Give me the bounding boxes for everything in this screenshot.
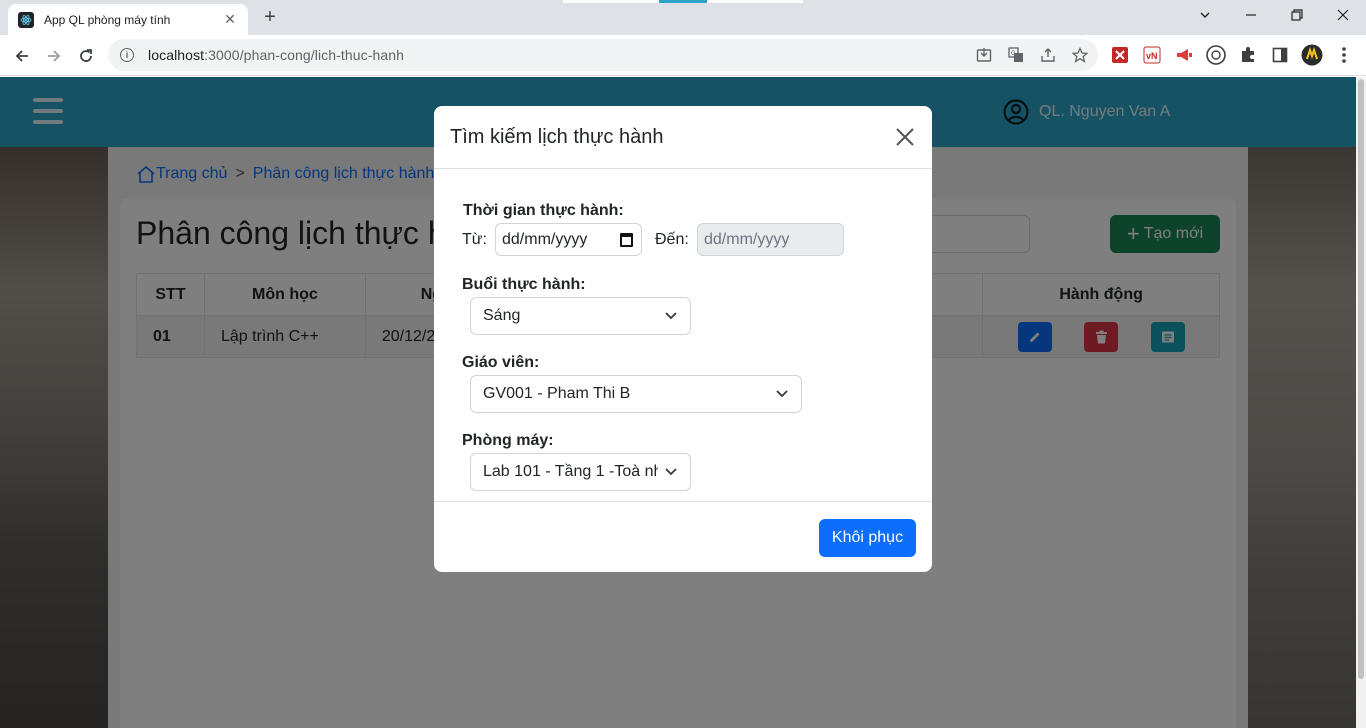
page-scrollbar[interactable] <box>1356 77 1366 728</box>
url-text: localhost:3000/phan-cong/lich-thuc-hanh <box>148 47 405 63</box>
session-value: Sáng <box>483 307 521 324</box>
extension-circle-icon[interactable] <box>1204 43 1228 67</box>
install-app-icon[interactable] <box>972 43 996 67</box>
room-label: Phòng máy: <box>462 432 554 449</box>
calendar-icon[interactable] <box>620 233 633 247</box>
forward-arrow-icon[interactable] <box>40 42 68 70</box>
side-panel-icon[interactable] <box>1268 43 1292 67</box>
tab-close-icon[interactable]: ✕ <box>222 11 238 28</box>
to-label: Đến: <box>655 231 689 248</box>
translate-icon[interactable]: G <box>1004 43 1028 67</box>
to-date-input[interactable]: dd/mm/yyyy <box>697 223 844 256</box>
to-date-value: dd/mm/yyyy <box>704 230 790 248</box>
share-icon[interactable] <box>1036 43 1060 67</box>
chevron-down-icon <box>664 465 678 479</box>
react-icon <box>18 11 34 28</box>
modal-body: Thời gian thực hành: Từ: dd/mm/yyyy Đến:… <box>434 170 932 501</box>
tab-title: App QL phòng máy tính <box>44 12 171 27</box>
address-bar[interactable]: i localhost:3000/phan-cong/lich-thuc-han… <box>108 39 1098 71</box>
scrollbar-thumb[interactable] <box>1358 79 1364 679</box>
bookmark-star-icon[interactable] <box>1068 43 1092 67</box>
tab-search-icon[interactable] <box>1182 0 1228 30</box>
close-window-icon[interactable] <box>1320 0 1366 30</box>
room-select[interactable]: Lab 101 - Tầng 1 -Toà nhà A <box>470 453 691 491</box>
megaphone-icon[interactable] <box>1172 43 1196 67</box>
teacher-select[interactable]: GV001 - Pham Thi B <box>470 375 802 413</box>
svg-text:G: G <box>1011 51 1016 57</box>
time-label: Thời gian thực hành: <box>463 202 624 219</box>
session-select[interactable]: Sáng <box>470 297 691 335</box>
site-info-icon[interactable]: i <box>120 48 134 62</box>
chevron-down-icon <box>664 309 678 323</box>
extensions-puzzle-icon[interactable] <box>1236 43 1260 67</box>
profile-avatar-icon[interactable] <box>1300 43 1324 67</box>
from-label: Từ: <box>462 231 487 248</box>
back-arrow-icon[interactable] <box>8 42 36 70</box>
teacher-label: Giáo viên: <box>462 354 540 371</box>
restore-window-icon[interactable] <box>1274 0 1320 30</box>
close-icon[interactable] <box>894 126 916 148</box>
reload-icon[interactable] <box>72 42 100 70</box>
search-modal: Tìm kiếm lịch thực hành Thời gian thực h… <box>434 106 932 572</box>
browser-tab-bar: App QL phòng máy tính ✕ + <box>0 0 1366 35</box>
modal-title: Tìm kiếm lịch thực hành <box>450 125 664 148</box>
browser-toolbar: i localhost:3000/phan-cong/lich-thuc-han… <box>0 35 1366 76</box>
extension-vn-icon[interactable]: vN <box>1140 43 1164 67</box>
from-date-input[interactable]: dd/mm/yyyy <box>495 223 642 256</box>
room-value: Lab 101 - Tầng 1 -Toà nhà A <box>483 463 658 480</box>
from-date-value: dd/mm/yyyy <box>502 230 588 248</box>
svg-text:vN: vN <box>1146 51 1158 61</box>
browser-menu-icon[interactable] <box>1332 43 1356 67</box>
teacher-value: GV001 - Pham Thi B <box>483 385 631 402</box>
modal-header: Tìm kiếm lịch thực hành <box>434 106 932 169</box>
new-tab-button[interactable]: + <box>258 6 282 30</box>
modal-footer: Khôi phục <box>434 501 932 572</box>
minimize-icon[interactable] <box>1228 0 1274 30</box>
restore-button[interactable]: Khôi phục <box>819 519 916 557</box>
web-page: QL. Nguyen Van A Trang chủ > Phân công l… <box>0 77 1356 728</box>
session-label: Buổi thực hành: <box>462 276 586 293</box>
chevron-down-icon <box>775 387 789 401</box>
browser-tab[interactable]: App QL phòng máy tính ✕ <box>8 4 248 35</box>
extension-red-icon[interactable] <box>1108 43 1132 67</box>
